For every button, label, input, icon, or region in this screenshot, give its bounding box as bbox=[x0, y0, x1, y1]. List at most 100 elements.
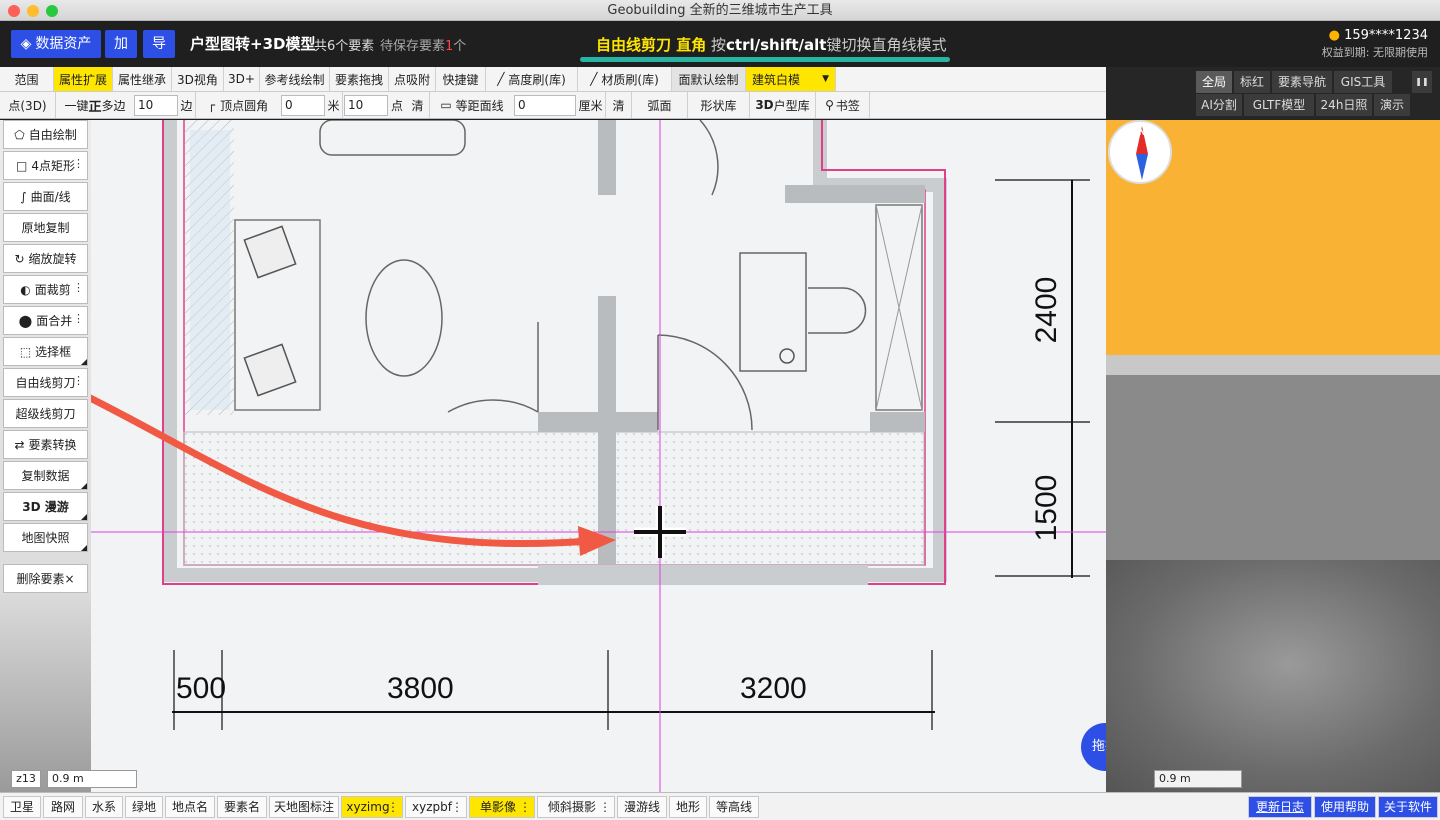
more-icon[interactable]: ⋮ bbox=[599, 797, 611, 817]
more-icon[interactable]: ⋮ bbox=[387, 797, 399, 817]
arc-button[interactable]: 弧面 bbox=[632, 92, 688, 118]
layer-roam-lines[interactable]: 漫游线 bbox=[617, 796, 667, 818]
unit-library-button[interactable]: 3D 户型库 bbox=[750, 92, 816, 118]
help-link[interactable]: 使用帮助 bbox=[1314, 796, 1376, 818]
round-radius-input[interactable]: 0 bbox=[281, 95, 325, 116]
minimize-window-button[interactable] bbox=[27, 5, 39, 17]
material-brush-button[interactable]: ╱ 材质刷(库) bbox=[578, 67, 672, 91]
building-type-select[interactable]: 建筑白模 ▼ bbox=[746, 67, 836, 91]
height-brush-button[interactable]: ╱ 高度刷(库) bbox=[486, 67, 578, 91]
delete-element-button[interactable]: 删除要素× bbox=[3, 564, 88, 593]
tab-gltf-model[interactable]: GLTF模型 bbox=[1244, 94, 1314, 116]
user-account[interactable]: ● 159****1234 bbox=[1329, 28, 1428, 43]
data-assets-button[interactable]: ◈ 数据资产 bbox=[11, 30, 101, 58]
compass-label: N bbox=[1137, 127, 1147, 138]
shape-library-button[interactable]: 形状库 bbox=[688, 92, 750, 118]
selection-icon: ⬚ bbox=[19, 344, 32, 359]
pause-icon[interactable]: ❚❚ bbox=[1412, 71, 1432, 93]
scale-indicator: 0.9 m bbox=[47, 770, 137, 788]
dim-label-500: 500 bbox=[176, 672, 227, 705]
layer-green[interactable]: 绿地 bbox=[125, 796, 163, 818]
floor-plan-image bbox=[91, 120, 1106, 792]
more-icon[interactable]: ⋮ bbox=[73, 312, 84, 325]
layer-single-image[interactable]: 单影像 ⋮ bbox=[469, 796, 535, 818]
curve-button[interactable]: ∫ 曲面/线 bbox=[3, 182, 88, 211]
attr-extend-button[interactable]: 属性扩展 bbox=[54, 67, 113, 91]
copy-data-button[interactable]: 复制数据 bbox=[3, 461, 88, 490]
layer-water[interactable]: 水系 bbox=[85, 796, 123, 818]
tab-element-nav[interactable]: 要素导航 bbox=[1272, 71, 1332, 93]
free-line-scissors-button[interactable]: 自由线剪刀 ⋮ bbox=[3, 368, 88, 397]
layer-contours[interactable]: 等高线 bbox=[709, 796, 759, 818]
layer-xyzimg[interactable]: xyzimg ⋮ bbox=[341, 796, 403, 818]
face-clip-button[interactable]: ◐ 面裁剪 ⋮ bbox=[3, 275, 88, 304]
toolbar-secondary: 点(3D) 一键正多边 10 边 ┌ 顶点圆角 0 米 10 点 清 ▭ 等距面线 … bbox=[0, 92, 1106, 119]
layer-roads[interactable]: 路网 bbox=[43, 796, 83, 818]
tab-gis-tools[interactable]: GIS工具 bbox=[1334, 71, 1392, 93]
layer-tianditu[interactable]: 天地图标注 bbox=[269, 796, 339, 818]
shortcuts-button[interactable]: 快捷键 bbox=[436, 67, 486, 91]
layer-xyzpbf[interactable]: xyzpbf ⋮ bbox=[405, 796, 467, 818]
sides-input[interactable]: 10 bbox=[134, 95, 178, 116]
about-link[interactable]: 关于软件 bbox=[1378, 796, 1438, 818]
layer-terrain[interactable]: 地形 bbox=[669, 796, 707, 818]
vertex-round-button[interactable]: ┌ 顶点圆角 bbox=[196, 92, 280, 118]
selection-box-label: 选择框 bbox=[35, 345, 72, 359]
layer-xyzpbf-label: xyzpbf bbox=[412, 800, 452, 814]
3d-label: 3D bbox=[755, 98, 774, 112]
tab-24h-sunlight[interactable]: 24h日照 bbox=[1316, 94, 1372, 116]
more-icon[interactable]: ⋮ bbox=[73, 157, 84, 170]
tab-mark-red[interactable]: 标红 bbox=[1234, 71, 1270, 93]
close-window-button[interactable] bbox=[8, 5, 20, 17]
3d-roam-button[interactable]: 3D 漫游 bbox=[3, 492, 88, 521]
super-line-scissors-button[interactable]: 超级线剪刀 bbox=[3, 399, 88, 428]
rect-4pt-button[interactable]: □ 4点矩形 ⋮ bbox=[3, 151, 88, 180]
copy-data-label: 复制数据 bbox=[21, 469, 70, 483]
maximize-window-button[interactable] bbox=[46, 5, 58, 17]
layer-place-names[interactable]: 地点名 bbox=[165, 796, 215, 818]
regular-polygon-button[interactable]: 一键正多边 bbox=[56, 92, 134, 118]
attr-inherit-button[interactable]: 属性继承 bbox=[113, 67, 172, 91]
window-titlebar: Geobuilding 全新的三维城市生产工具 bbox=[0, 0, 1440, 21]
guide-line-button[interactable]: 参考线绘制 bbox=[260, 67, 330, 91]
add-button[interactable]: 加 bbox=[105, 30, 137, 58]
import-button[interactable]: 导 bbox=[143, 30, 175, 58]
more-icon[interactable]: ⋮ bbox=[73, 374, 84, 387]
3d-plus-button[interactable]: 3D+ bbox=[224, 67, 260, 91]
equidistant-input[interactable]: 0 bbox=[514, 95, 576, 116]
tab-ai-segment[interactable]: AI分割 bbox=[1196, 94, 1242, 116]
compass-icon[interactable]: N bbox=[1108, 120, 1172, 184]
layer-oblique[interactable]: 倾斜摄影 ⋮ bbox=[537, 796, 615, 818]
map-canvas[interactable]: 2400 1500 500 3800 3200 z13 0.9 m 拖拽 bbox=[91, 120, 1106, 792]
selection-box-button[interactable]: ⬚ 选择框 bbox=[3, 337, 88, 366]
copy-in-place-button[interactable]: 原地复制 bbox=[3, 213, 88, 242]
more-icon[interactable]: ⋮ bbox=[73, 281, 84, 294]
tab-global[interactable]: 全局 bbox=[1196, 71, 1232, 93]
preview-panel[interactable]: 全局 标红 要素导航 GIS工具 ❚❚ AI分割 GLTF模型 24h日照 演示… bbox=[1106, 67, 1440, 792]
clear-round-button[interactable]: 清 bbox=[406, 92, 430, 118]
element-convert-button[interactable]: ⇄ 要素转换 bbox=[3, 430, 88, 459]
face-merge-button[interactable]: ⬤ 面合并 ⋮ bbox=[3, 306, 88, 335]
map-snapshot-button[interactable]: 地图快照 bbox=[3, 523, 88, 552]
equidistant-button[interactable]: ▭ 等距面线 bbox=[430, 92, 514, 118]
more-icon[interactable]: ⋮ bbox=[451, 797, 463, 817]
changelog-link[interactable]: 更新日志 bbox=[1248, 796, 1312, 818]
more-icon[interactable]: ⋮ bbox=[519, 797, 531, 817]
rotate-icon: ↻ bbox=[14, 251, 25, 266]
scale-rotate-button[interactable]: ↻ 缩放旋转 bbox=[3, 244, 88, 273]
tab-demo[interactable]: 演示 bbox=[1374, 94, 1410, 116]
layer-satellite[interactable]: 卫星 bbox=[3, 796, 41, 818]
element-drag-button[interactable]: 要素拖拽 bbox=[330, 67, 389, 91]
point-snap-button[interactable]: 点吸附 bbox=[389, 67, 436, 91]
point-3d-button[interactable]: 点(3D) bbox=[0, 92, 56, 118]
layer-element-names[interactable]: 要素名 bbox=[217, 796, 267, 818]
round-points-input[interactable]: 10 bbox=[344, 95, 388, 116]
clear-equidistant-button[interactable]: 清 bbox=[606, 92, 632, 118]
app-header: ◈ 数据资产 加 导 户型图转+3D模型 共6个要素 待保存要素1个 自由线剪刀 … bbox=[0, 21, 1440, 67]
bookmark-button[interactable]: ⚲ 书签 bbox=[816, 92, 870, 118]
free-draw-button[interactable]: ⬠ 自由绘制 bbox=[3, 120, 88, 149]
range-button[interactable]: 范围 bbox=[0, 67, 54, 91]
3d-view-button[interactable]: 3D视角 bbox=[172, 67, 224, 91]
default-draw-button[interactable]: 面默认绘制 bbox=[672, 67, 746, 91]
pending-elements: 待保存要素1个 bbox=[380, 35, 466, 54]
